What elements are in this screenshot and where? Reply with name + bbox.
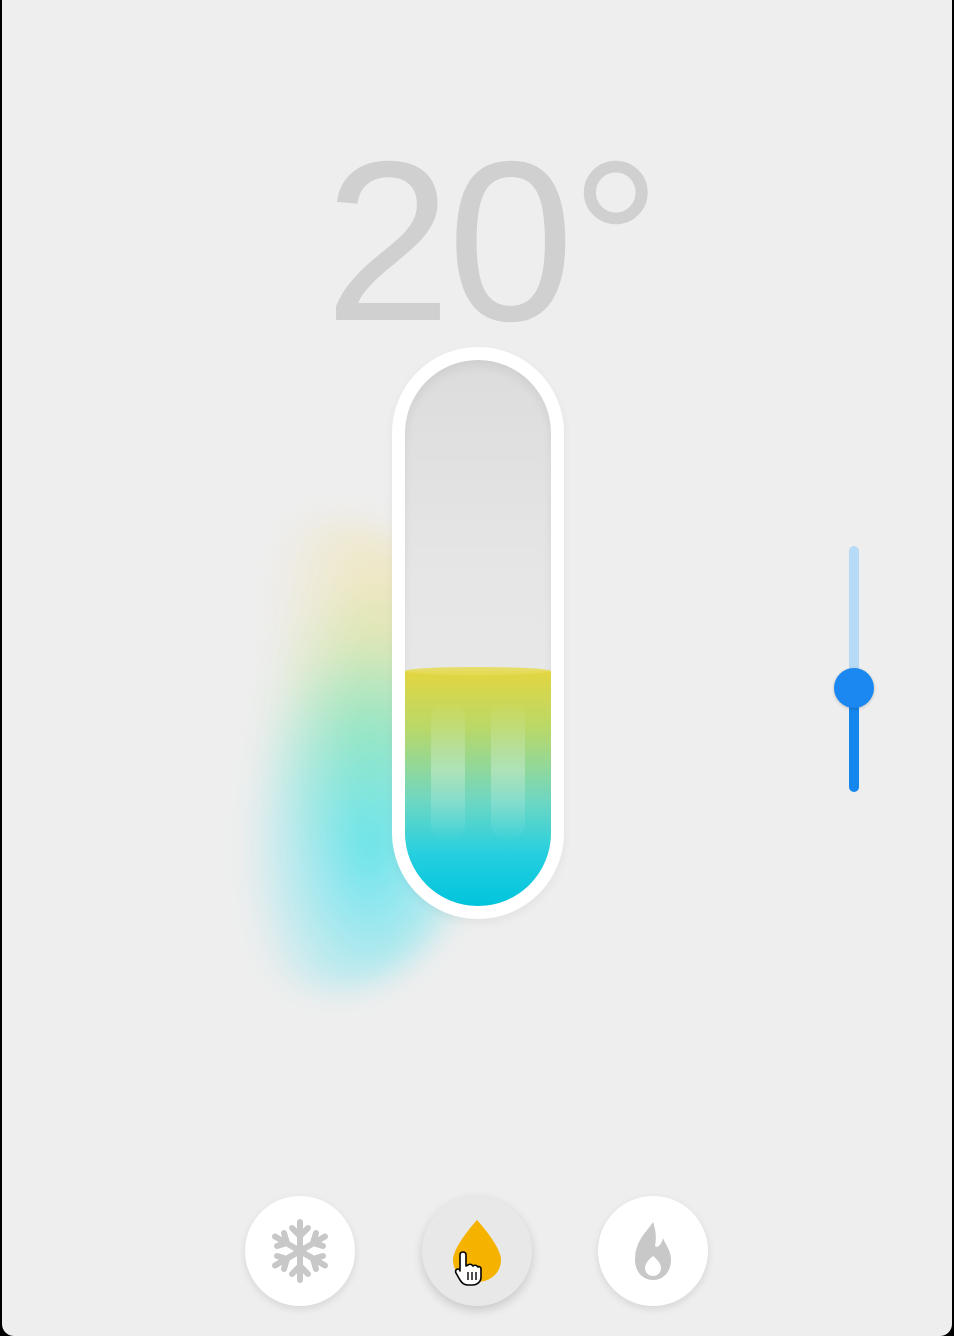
snowflake-icon — [272, 1219, 328, 1283]
temperature-slider[interactable] — [832, 546, 876, 796]
tube-sheen — [491, 701, 525, 841]
tube-interior — [405, 360, 551, 906]
flame-icon — [635, 1222, 671, 1280]
temperature-readout: 20° — [324, 115, 662, 369]
tube-sheen — [431, 701, 465, 841]
cool-mode-button[interactable] — [245, 1196, 355, 1306]
thermostat-window: 20° — [2, 0, 952, 1336]
hand-pointer-cursor-icon — [454, 1251, 482, 1286]
slider-thumb[interactable] — [834, 668, 874, 708]
heat-mode-button[interactable] — [598, 1196, 708, 1306]
tube-fill-level — [405, 667, 551, 906]
temperature-tube — [392, 347, 564, 919]
